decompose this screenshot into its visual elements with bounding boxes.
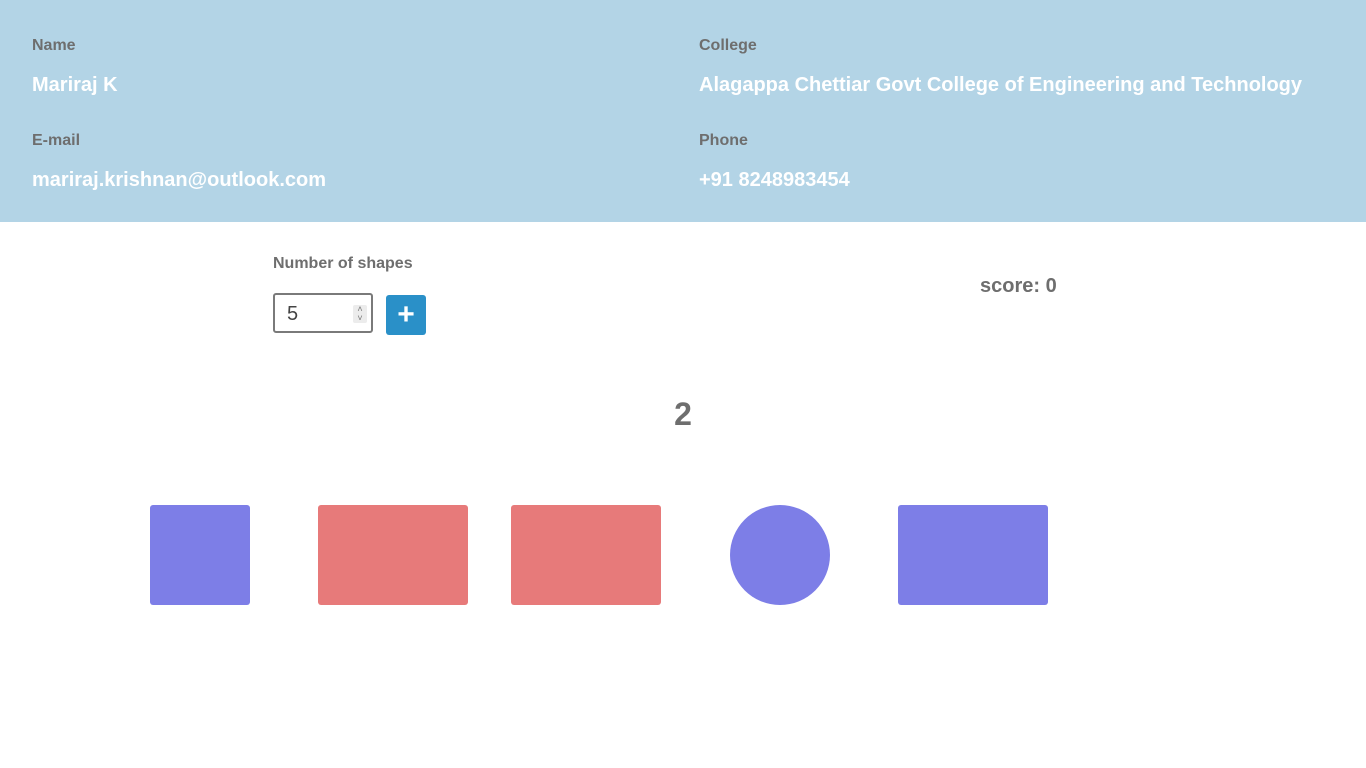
email-field: E-mail mariraj.krishnan@outlook.com: [32, 132, 326, 192]
college-field: College Alagappa Chettiar Govt College o…: [699, 37, 1302, 97]
name-label: Name: [32, 37, 76, 54]
college-label: College: [699, 37, 757, 54]
shapes-count-value: 5: [287, 303, 299, 325]
add-shapes-button[interactable]: +: [386, 295, 426, 335]
phone-label: Phone: [699, 132, 748, 149]
email-label: E-mail: [32, 132, 81, 149]
phone-value: +91 8248983454: [699, 169, 850, 191]
square-shape[interactable]: [150, 505, 250, 605]
name-value: Mariraj K: [32, 74, 118, 96]
number-of-shapes-label: Number of shapes: [273, 255, 413, 272]
spinner-icon[interactable]: ˄ ˅: [353, 305, 367, 323]
email-value: mariraj.krishnan@outlook.com: [32, 169, 327, 191]
college-value: Alagappa Chettiar Govt College of Engine…: [699, 74, 1303, 96]
rectangle-shape[interactable]: [898, 505, 1048, 605]
score-display: score: 0: [980, 275, 1057, 297]
plus-icon: +: [397, 298, 415, 331]
profile-header: Name Mariraj K College Alagappa Chettiar…: [0, 0, 1366, 222]
circle-shape[interactable]: [730, 505, 830, 605]
rectangle-shape[interactable]: [511, 505, 661, 605]
target-number: 2: [674, 396, 692, 432]
shapes-count-input[interactable]: 5 ˄ ˅: [273, 293, 373, 333]
rectangle-shape[interactable]: [318, 505, 468, 605]
phone-field: Phone +91 8248983454: [699, 132, 850, 192]
name-field: Name Mariraj K: [32, 37, 118, 97]
